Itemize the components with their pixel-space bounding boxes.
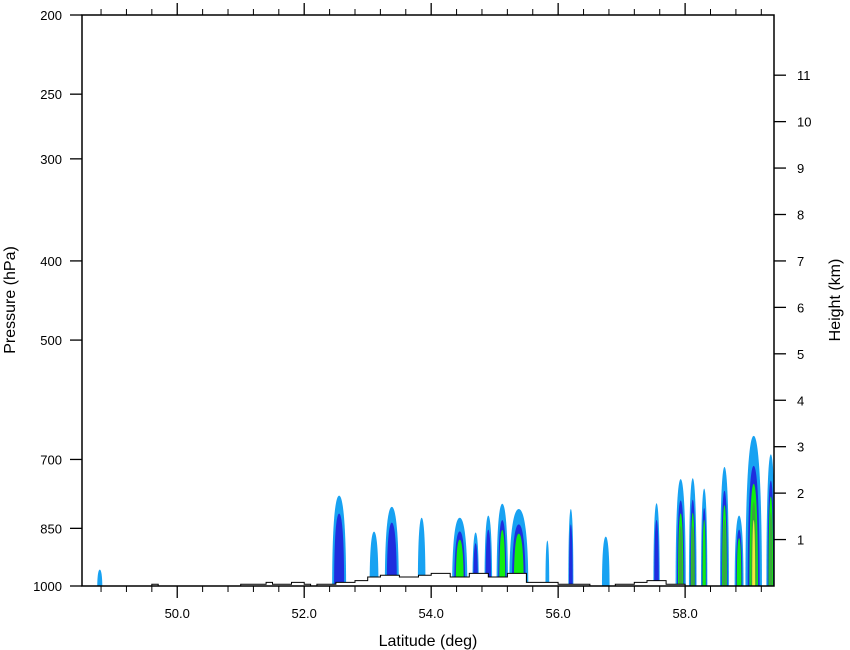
y2-tick-label: 8 [797,208,804,223]
y2-tick-label: 7 [797,254,804,269]
contour-cell [675,479,686,586]
contour-cell [545,540,550,586]
x-tick-label: 50.0 [165,606,190,621]
contour-cell [700,488,708,586]
contour-cell [688,478,697,586]
plot-frame [81,14,775,587]
y2-tick-label: 10 [797,115,811,130]
y-tick-label: 500 [40,333,62,348]
y-tick-label: 700 [40,452,62,467]
terrain-outline [82,572,774,586]
contour-cell [601,536,610,586]
contour-cell [97,569,103,586]
y2-axis-title: Height (km) [827,259,844,342]
y-tick-label: 400 [40,254,62,269]
contour-cell [332,495,347,586]
y2-tick-label: 11 [797,68,811,83]
y2-tick-label: 3 [797,440,804,455]
cross-section-chart: 50.0 52.0 54.0 56.0 58.0 1000 850 700 500 400 300 2… [2,3,844,650]
contour-level-1 [601,536,610,586]
plot-area [82,435,774,586]
contour-level-1 [545,540,550,586]
y2-tick-label: 1 [797,533,804,548]
contour-level-1 [97,569,103,586]
y-tick-label: 1000 [33,579,62,594]
contour-layer [82,435,774,586]
x-tick-label: 54.0 [419,606,444,621]
contour-cell [568,509,574,586]
contour-cell [720,466,729,586]
contour-cell [745,435,762,586]
y2-tick-label: 4 [797,393,804,408]
y2-tick-label: 6 [797,300,804,315]
x-tick-label: 58.0 [672,606,697,621]
x-axis-title: Latitude (deg) [379,633,478,650]
contour-cell [734,515,744,586]
contour-cell [653,503,660,586]
contour-cell [496,503,508,586]
x-tick-label: 52.0 [292,606,317,621]
y-tick-label: 250 [40,87,62,102]
y2-tick-label: 9 [797,161,804,176]
y-axis-title: Pressure (hPa) [2,246,19,354]
y-tick-label: 300 [40,152,62,167]
y2-tick-label: 5 [797,347,804,362]
x-tick-label: 56.0 [545,606,570,621]
y-tick-label: 850 [40,521,62,536]
y2-tick-label: 2 [797,486,804,501]
y-tick-label: 200 [40,8,62,23]
